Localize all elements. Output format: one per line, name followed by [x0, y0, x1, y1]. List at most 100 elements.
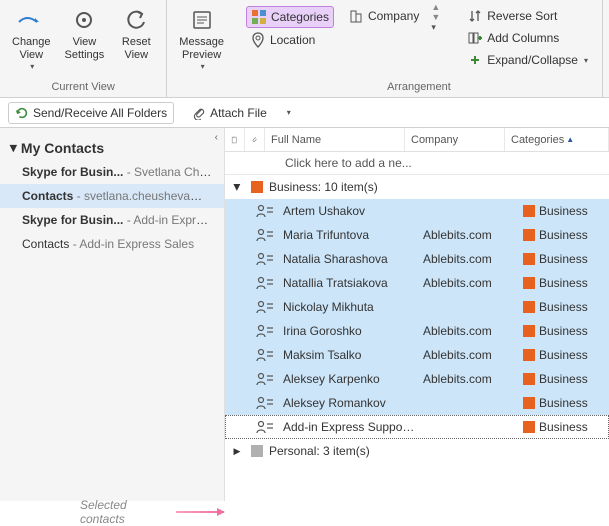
person-icon [251, 276, 279, 290]
reverse-sort-button[interactable]: Reverse Sort [463, 6, 592, 26]
add-columns-icon [467, 30, 483, 46]
company-icon [348, 8, 364, 24]
contact-category: Business [519, 348, 609, 362]
full-name-column-header[interactable]: Full Name [265, 128, 405, 151]
reverse-sort-icon [467, 8, 483, 24]
undo-icon [122, 6, 150, 34]
contact-row[interactable]: Maria TrifuntovaAblebits.comBusiness [225, 223, 609, 247]
column-header-row: Full Name Company Categories ▲ [225, 128, 609, 152]
ribbon-group-message-preview: Message Preview ▾ [167, 0, 236, 97]
contact-category: Business [519, 420, 609, 434]
nav-item[interactable]: Skype for Busin... - Add-in Express... [0, 208, 224, 232]
contact-category: Business [519, 300, 609, 314]
preview-icon [188, 6, 216, 34]
main-area: ‹ ▶ My Contacts Skype for Busin... - Sve… [0, 128, 609, 501]
chevron-down-icon: ▾ [30, 62, 34, 71]
contact-name: Add-in Express Suppor... [279, 420, 419, 434]
contact-row[interactable]: Nickolay Mikhuta Business [225, 295, 609, 319]
attach-file-button[interactable]: Attach File [186, 103, 273, 123]
category-swatch [251, 445, 263, 457]
contact-name: Natallia Tratsiakova [279, 276, 419, 290]
person-icon [251, 324, 279, 338]
contact-row[interactable]: Aleksey KarpenkoAblebits.comBusiness [225, 367, 609, 391]
expand-collapse-icon [467, 52, 483, 68]
sort-ascending-icon: ▲ [566, 135, 574, 144]
category-swatch [523, 229, 535, 241]
refresh-icon [15, 106, 29, 120]
arrow-icon [176, 511, 224, 513]
view-settings-button[interactable]: View Settings [59, 2, 111, 66]
twisty-icon: ▶ [8, 145, 19, 152]
nav-header-my-contacts[interactable]: ▶ My Contacts [0, 136, 224, 160]
company-arrange-button[interactable]: Company [344, 6, 423, 26]
contact-row[interactable]: Aleksey RomankovBusiness [225, 391, 609, 415]
contact-company: Ablebits.com [419, 252, 519, 266]
person-icon [251, 300, 279, 314]
change-view-button[interactable]: Change View ▾ [6, 2, 57, 75]
contact-category: Business [519, 396, 609, 410]
category-swatch [523, 325, 535, 337]
category-swatch [523, 277, 535, 289]
categories-icon [251, 9, 267, 25]
contact-name: Natalia Sharashova [279, 252, 419, 266]
person-icon [251, 348, 279, 362]
contact-name: Aleksey Karpenko [279, 372, 419, 386]
contact-name: Irina Goroshko [279, 324, 419, 338]
paperclip-icon [192, 106, 206, 120]
location-arrange-button[interactable]: Location [246, 30, 334, 50]
add-columns-button[interactable]: Add Columns [463, 28, 592, 48]
person-icon [251, 372, 279, 386]
category-swatch [523, 397, 535, 409]
reset-view-button[interactable]: Reset View [112, 2, 160, 66]
chevron-down-icon: ▾ [584, 56, 588, 65]
collapse-nav-button[interactable]: ‹ [215, 132, 218, 143]
categories-column-header[interactable]: Categories ▲ [505, 128, 609, 151]
contact-row[interactable]: Artem UshakovBusiness [225, 199, 609, 223]
contact-category: Business [519, 372, 609, 386]
group-row-business[interactable]: ▶ Business: 10 item(s) [225, 175, 609, 199]
attachment-column-header[interactable] [245, 128, 265, 151]
contact-category: Business [519, 228, 609, 242]
nav-item[interactable]: Contacts - Add-in Express Sales [0, 232, 224, 256]
category-swatch [523, 253, 535, 265]
contact-category: Business [519, 252, 609, 266]
contact-company: Ablebits.com [419, 372, 519, 386]
ribbon-group-current-view: Change View ▾ View Settings Reset View C… [0, 0, 167, 97]
person-icon [251, 228, 279, 242]
contact-row[interactable]: Natallia TratsiakovaAblebits.comBusiness [225, 271, 609, 295]
gallery-scroll-up[interactable]: ▲ [431, 2, 440, 12]
message-preview-button[interactable]: Message Preview ▾ [173, 2, 230, 75]
contact-category: Business [519, 276, 609, 290]
folder-nav: ‹ ▶ My Contacts Skype for Busin... - Sve… [0, 128, 225, 501]
person-icon [251, 252, 279, 266]
flag-column-header[interactable] [225, 128, 245, 151]
ribbon-group-arrangement: Categories Location Company ▲ [236, 0, 603, 97]
contact-category: Business [519, 324, 609, 338]
contact-row[interactable]: Maksim TsalkoAblebits.comBusiness [225, 343, 609, 367]
contact-name: Maksim Tsalko [279, 348, 419, 362]
group-row-personal[interactable]: ▶ Personal: 3 item(s) [225, 439, 609, 463]
nav-item[interactable]: Contacts - svetlana.cheusheva@a... [0, 184, 224, 208]
twisty-icon[interactable]: ▶ [229, 446, 245, 457]
new-contact-row[interactable]: Click here to add a ne... [225, 152, 609, 175]
categories-arrange-button[interactable]: Categories [246, 6, 334, 28]
contact-row[interactable]: Natalia SharashovaAblebits.comBusiness [225, 247, 609, 271]
person-icon [251, 204, 279, 218]
contact-row[interactable]: Add-in Express Suppor... Business [225, 415, 609, 439]
change-view-icon [17, 6, 45, 34]
category-swatch [523, 349, 535, 361]
person-icon [251, 420, 279, 434]
contact-name: Nickolay Mikhuta [279, 300, 419, 314]
expand-collapse-button[interactable]: Expand/Collapse ▾ [463, 50, 592, 70]
company-column-header[interactable]: Company [405, 128, 505, 151]
toolbar-dropdown[interactable]: ▾ [287, 108, 291, 117]
gear-icon [70, 6, 98, 34]
contact-list: Full Name Company Categories ▲ Click her… [225, 128, 609, 501]
gallery-scroll-down[interactable]: ▼ [431, 12, 440, 22]
nav-item[interactable]: Skype for Busin... - Svetlana Cheus... [0, 160, 224, 184]
twisty-icon[interactable]: ▶ [232, 179, 243, 195]
person-icon [251, 396, 279, 410]
contact-row[interactable]: Irina GoroshkoAblebits.comBusiness [225, 319, 609, 343]
send-receive-button[interactable]: Send/Receive All Folders [8, 102, 174, 124]
gallery-expand[interactable]: ▾ [431, 22, 440, 33]
